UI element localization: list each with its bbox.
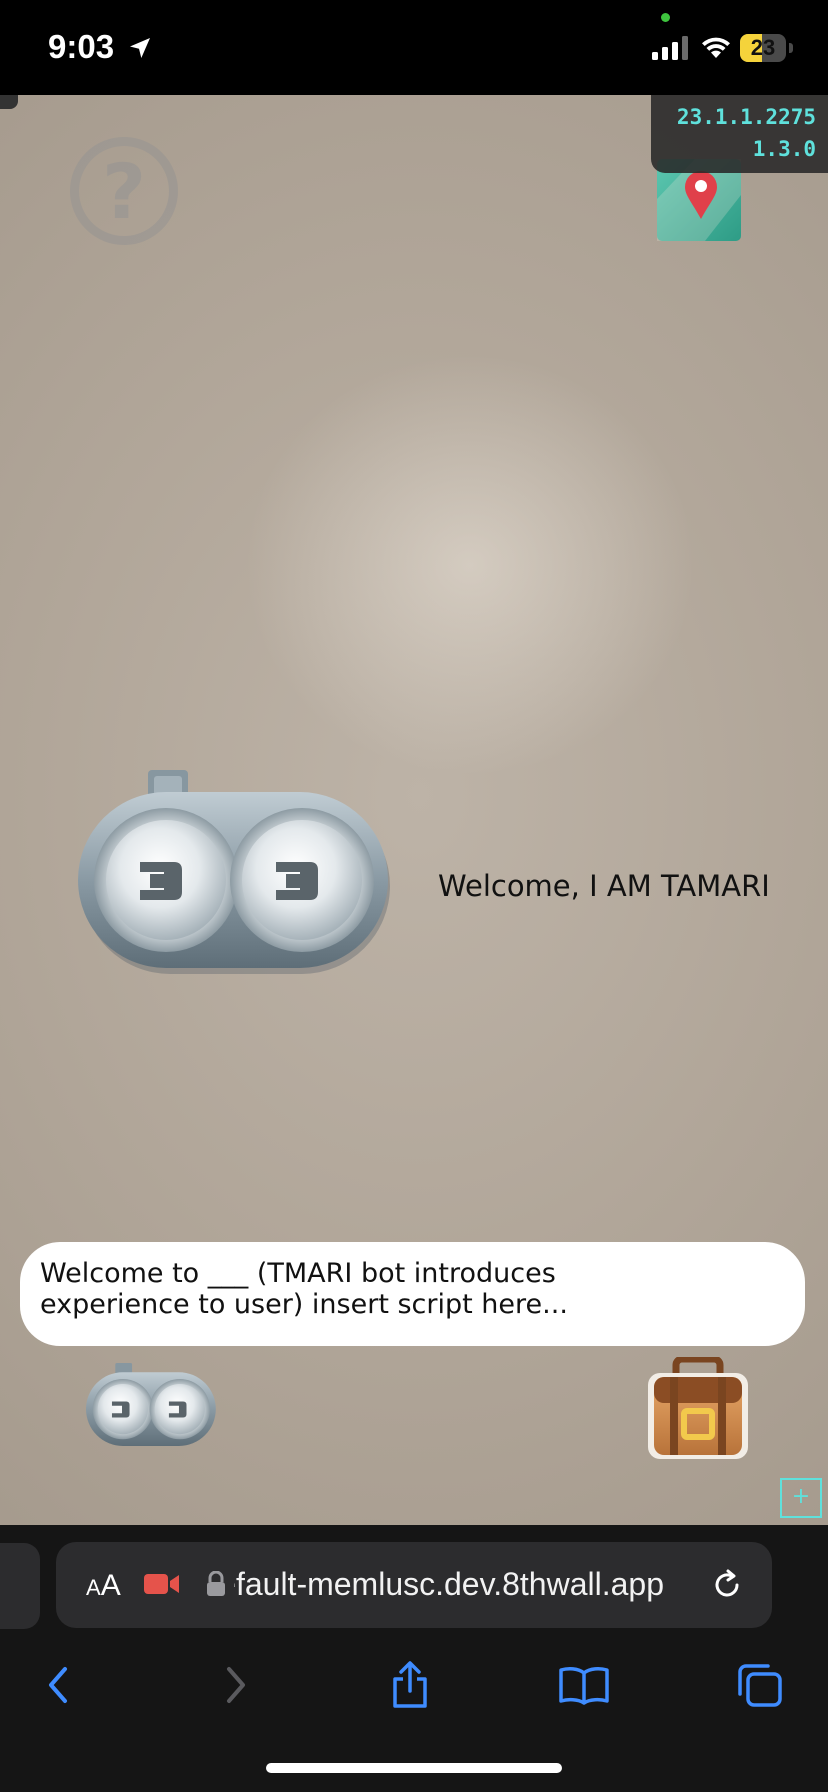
speech-text-line-1: Welcome to ___ (TMARI bot introduces (40, 1258, 556, 1289)
ar-camera-view[interactable]: ? 23.1.1.2275 1.3.0 Welcome, I AM TAMARI… (0, 95, 828, 1525)
home-indicator[interactable] (266, 1763, 562, 1773)
app-version: 1.3.0 (752, 137, 816, 161)
privacy-indicator (661, 13, 670, 22)
aa-large: A (100, 1569, 121, 1602)
tabs-icon (738, 1664, 782, 1707)
wifi-icon (702, 37, 730, 58)
tabs-button[interactable] (730, 1655, 790, 1715)
location-arrow-icon (130, 38, 150, 58)
reload-icon[interactable] (709, 1567, 745, 1603)
corner-tab (0, 95, 18, 109)
battery-cap (789, 43, 793, 53)
speech-bubble[interactable]: Welcome to ___ (TMARI bot introduces exp… (20, 1242, 805, 1346)
bookmarks-button[interactable] (554, 1655, 614, 1715)
back-icon (49, 1667, 67, 1703)
forward-button[interactable] (206, 1655, 266, 1715)
help-button[interactable]: ? (70, 137, 178, 245)
version-info: 23.1.1.2275 1.3.0 (651, 95, 828, 173)
add-button[interactable]: + (780, 1478, 822, 1518)
tamari-bot-icon[interactable] (86, 1363, 220, 1451)
speech-text-line-2: experience to user) insert script here..… (40, 1289, 568, 1320)
cellular-signal-icon (652, 36, 688, 60)
reader-settings-button[interactable]: AA (86, 1569, 121, 1603)
forward-icon (227, 1667, 245, 1703)
bookmarks-icon (559, 1667, 609, 1705)
clock: 9:03 (48, 28, 115, 65)
address-bar[interactable]: AA default-memlusc.dev.8thwall.app (56, 1542, 772, 1628)
aa-small: A (86, 1575, 101, 1600)
help-icon: ? (101, 146, 147, 236)
status-bar: 9:03 23 (0, 0, 828, 95)
previous-tab-preview[interactable] (0, 1543, 40, 1629)
engine-version: 23.1.1.2275 (676, 105, 816, 129)
url-text[interactable]: default-memlusc.dev.8thwall.app (234, 1566, 664, 1603)
camera-recording-icon[interactable] (144, 1572, 180, 1596)
tamari-bot-icon[interactable] (78, 770, 398, 980)
share-button[interactable] (380, 1655, 440, 1715)
browser-toolbar: AA default-memlusc.dev.8thwall.app (0, 1525, 828, 1792)
battery-level: 23 (750, 35, 776, 60)
battery-icon: 23 (740, 34, 786, 62)
share-icon (393, 1661, 427, 1708)
welcome-title: Welcome, I AM TAMARI (438, 869, 770, 903)
url-value: default-memlusc.dev.8thwall.app (234, 1566, 664, 1602)
lock-icon (207, 1571, 225, 1596)
back-button[interactable] (28, 1655, 88, 1715)
briefcase-icon[interactable] (646, 1357, 750, 1461)
